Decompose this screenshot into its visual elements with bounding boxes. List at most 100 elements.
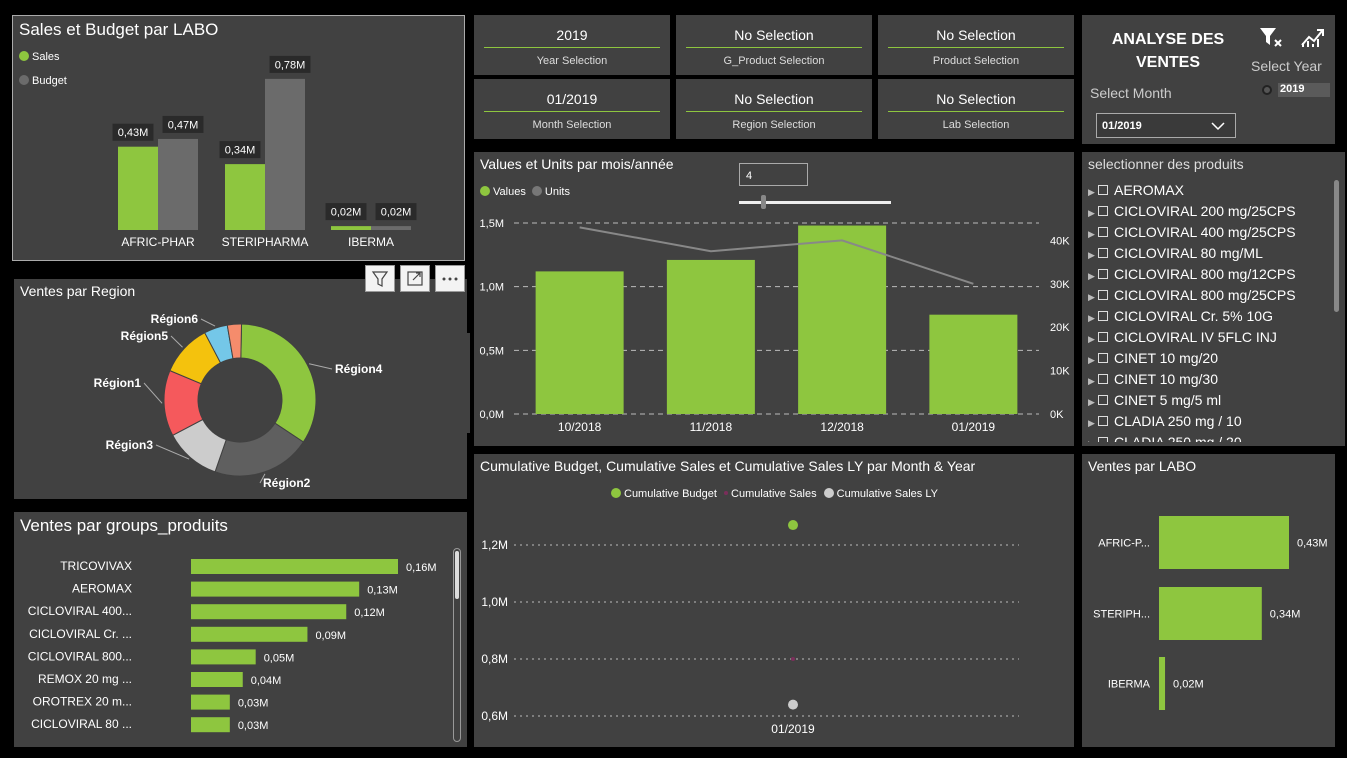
- bar[interactable]: [1159, 657, 1166, 710]
- filter-icon[interactable]: [365, 265, 395, 292]
- bar[interactable]: [225, 164, 265, 230]
- product-item[interactable]: ▶ CINET 10 mg/30: [1088, 371, 1218, 387]
- focus-mode-icon[interactable]: [400, 265, 430, 292]
- units-line[interactable]: [579, 226, 974, 285]
- checkbox[interactable]: [1098, 311, 1108, 321]
- values-units-chart[interactable]: 0,0M 0,5M 1,0M 1,5M 0K 10K 20K 30K 40K 10/2018 11/…: [474, 152, 1074, 446]
- y-tick: 1,5M: [480, 218, 504, 230]
- expand-arrow-icon[interactable]: ▶: [1088, 334, 1098, 345]
- groups-produits-chart[interactable]: TRICOVIVAX 0,16M AEROMAX 0,13M CICLOVIRAL 40…: [14, 512, 454, 747]
- ventes-labo-chart[interactable]: AFRIC-P... 0,43M STERIPH... 0,34M IBERMA 0,02…: [1082, 454, 1335, 747]
- checkbox[interactable]: [1098, 353, 1108, 363]
- scrollbar[interactable]: [1334, 180, 1339, 312]
- leader-line: [170, 335, 183, 348]
- bar[interactable]: [929, 314, 1018, 414]
- product-item[interactable]: ▶ CICLOVIRAL 400 mg/25CPS: [1088, 224, 1296, 240]
- product-item[interactable]: ▶ CICLOVIRAL Cr. 5% 10G: [1088, 308, 1273, 324]
- bar[interactable]: [371, 226, 411, 230]
- checkbox[interactable]: [1098, 332, 1108, 342]
- scrollbar[interactable]: [453, 548, 461, 742]
- card-label: Year Selection: [536, 55, 608, 67]
- year-radio[interactable]: 2019: [1262, 83, 1330, 97]
- more-options-icon[interactable]: [435, 265, 465, 292]
- expand-arrow-icon[interactable]: ▶: [1088, 208, 1098, 219]
- bar[interactable]: [191, 604, 347, 620]
- product-item[interactable]: ▶ CICLOVIRAL 800 mg/12CPS: [1088, 266, 1296, 282]
- data-label: 0,04M: [251, 675, 282, 687]
- leader-line: [308, 363, 333, 370]
- data-label: 0,16M: [406, 562, 437, 574]
- product-item[interactable]: ▶ CINET 10 mg/20: [1088, 350, 1218, 366]
- bar[interactable]: [331, 226, 371, 230]
- bar[interactable]: [158, 138, 198, 230]
- product-item[interactable]: ▶ CICLOVIRAL IV 5FLC INJ: [1088, 329, 1277, 345]
- line-chart-icon[interactable]: [1300, 25, 1326, 49]
- data-point[interactable]: [791, 657, 795, 661]
- product-slicer-panel[interactable]: selectionner des produits ▶ AEROMAX ▶ CICLO…: [1082, 152, 1345, 446]
- expand-arrow-icon[interactable]: ▶: [1088, 418, 1098, 429]
- bar[interactable]: [118, 146, 158, 230]
- product-item[interactable]: ▶ CICLOVIRAL 200 mg/25CPS: [1088, 203, 1296, 219]
- expand-arrow-icon[interactable]: ▶: [1088, 271, 1098, 282]
- bar[interactable]: [535, 271, 624, 414]
- bar[interactable]: [798, 225, 887, 414]
- month-dropdown[interactable]: 01/2019: [1096, 113, 1236, 138]
- expand-arrow-icon[interactable]: ▶: [1088, 229, 1098, 240]
- y-tick: 0,0M: [480, 409, 504, 421]
- checkbox[interactable]: [1098, 206, 1108, 216]
- bar[interactable]: [265, 78, 305, 230]
- bar[interactable]: [1159, 587, 1262, 640]
- data-label: 0,78M: [275, 59, 306, 71]
- expand-arrow-icon[interactable]: ▶: [1088, 439, 1098, 442]
- sales-budget-labo-panel[interactable]: Sales et Budget par LABO Sales Budget 0,…: [12, 15, 465, 261]
- product-item[interactable]: ▶ CICLOVIRAL 80 mg/ML: [1088, 245, 1263, 261]
- bar[interactable]: [191, 581, 360, 597]
- ventes-labo-panel[interactable]: Ventes par LABO AFRIC-P... 0,43M STERIPH..…: [1082, 454, 1335, 747]
- scrollbar-thumb[interactable]: [455, 551, 459, 599]
- product-item[interactable]: ▶ CLADIA 250 mg / 10: [1088, 413, 1242, 429]
- product-item[interactable]: ▶ AEROMAX: [1088, 182, 1184, 198]
- checkbox[interactable]: [1098, 437, 1108, 442]
- groups-produits-panel[interactable]: Ventes par groups_produits TRICOVIVAX 0,1…: [14, 512, 467, 747]
- data-label: 0,05M: [264, 652, 295, 664]
- values-units-panel[interactable]: Values et Units par mois/année Values Un…: [474, 152, 1074, 446]
- category-label: AEROMAX: [72, 582, 132, 596]
- checkbox[interactable]: [1098, 248, 1108, 258]
- product-item[interactable]: ▶ CINET 5 mg/5 ml: [1088, 392, 1221, 408]
- expand-arrow-icon[interactable]: ▶: [1088, 313, 1098, 324]
- bar[interactable]: [666, 259, 755, 414]
- select-year-label: Select Year: [1251, 58, 1322, 74]
- expand-arrow-icon[interactable]: ▶: [1088, 355, 1098, 366]
- expand-arrow-icon[interactable]: ▶: [1088, 187, 1098, 198]
- cumulative-panel[interactable]: Cumulative Budget, Cumulative Sales et C…: [474, 454, 1074, 747]
- data-point[interactable]: [788, 699, 798, 710]
- filter-clear-icon[interactable]: [1258, 25, 1284, 49]
- checkbox[interactable]: [1098, 374, 1108, 384]
- checkbox[interactable]: [1098, 395, 1108, 405]
- cumulative-chart[interactable]: 0,6M 0,8M 1,0M 1,2M 01/2019: [474, 454, 1074, 747]
- checkbox[interactable]: [1098, 416, 1108, 426]
- bar[interactable]: [191, 626, 308, 642]
- category-label: CICLOVIRAL 800...: [28, 649, 132, 663]
- bar[interactable]: [191, 559, 398, 574]
- expand-arrow-icon[interactable]: ▶: [1088, 292, 1098, 303]
- bar[interactable]: [191, 672, 243, 687]
- product-item[interactable]: ▶ CLADIA 250 mg / 20: [1088, 434, 1242, 442]
- donut-slice[interactable]: [240, 323, 317, 443]
- bar[interactable]: [191, 649, 256, 665]
- expand-arrow-icon[interactable]: ▶: [1088, 376, 1098, 387]
- checkbox[interactable]: [1098, 227, 1108, 237]
- bar[interactable]: [191, 694, 230, 710]
- region-donut-chart[interactable]: Région4 Région2 Région3 Région1 Région5 Régio…: [14, 279, 467, 499]
- bar[interactable]: [1159, 516, 1289, 569]
- region-panel[interactable]: Ventes par Region Région4 Région2 Région3 R…: [14, 279, 467, 499]
- checkbox[interactable]: [1098, 290, 1108, 300]
- sales-budget-chart[interactable]: 0,43M 0,47M AFRIC-PHAR 0,34M 0,78M STERIPHARM…: [13, 16, 464, 260]
- checkbox[interactable]: [1098, 269, 1108, 279]
- data-point[interactable]: [788, 520, 798, 531]
- expand-arrow-icon[interactable]: ▶: [1088, 250, 1098, 261]
- expand-arrow-icon[interactable]: ▶: [1088, 397, 1098, 408]
- product-item[interactable]: ▶ CICLOVIRAL 800 mg/25CPS: [1088, 287, 1296, 303]
- bar[interactable]: [191, 717, 230, 733]
- checkbox[interactable]: [1098, 185, 1108, 195]
